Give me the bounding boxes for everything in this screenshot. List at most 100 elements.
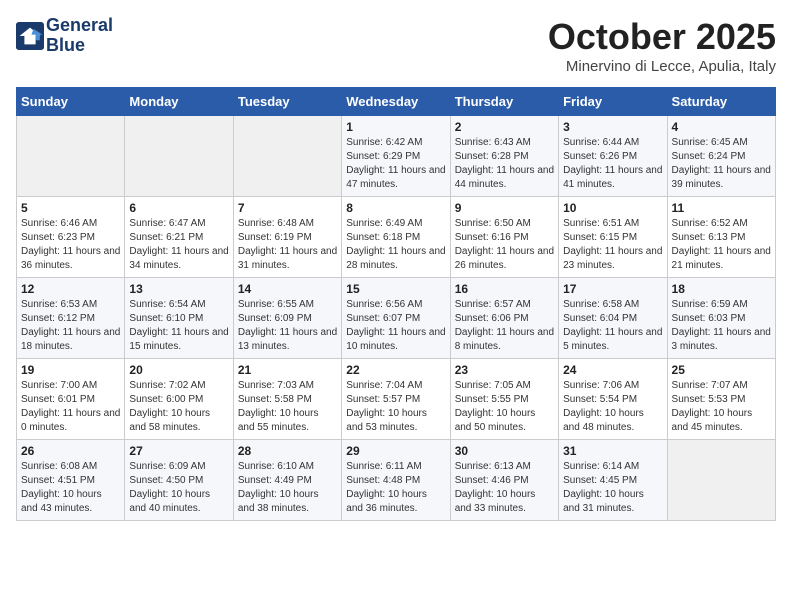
day-number: 1 <box>346 120 445 134</box>
day-number: 6 <box>129 201 228 215</box>
day-number: 23 <box>455 363 554 377</box>
calendar-cell: 5Sunrise: 6:46 AM Sunset: 6:23 PM Daylig… <box>17 197 125 278</box>
day-info: Sunrise: 6:56 AM Sunset: 6:07 PM Dayligh… <box>346 298 445 354</box>
calendar-cell: 20Sunrise: 7:02 AM Sunset: 6:00 PM Dayli… <box>125 359 233 440</box>
page-header: General Blue October 2025 Minervino di L… <box>16 16 776 75</box>
calendar-cell: 2Sunrise: 6:43 AM Sunset: 6:28 PM Daylig… <box>450 116 558 197</box>
day-info: Sunrise: 6:50 AM Sunset: 6:16 PM Dayligh… <box>455 217 554 273</box>
location-subtitle: Minervino di Lecce, Apulia, Italy <box>548 58 776 75</box>
calendar-week-row: 19Sunrise: 7:00 AM Sunset: 6:01 PM Dayli… <box>17 359 776 440</box>
calendar-week-row: 12 Sunrise: 6:53 AM Sunset: 6:12 PM Dayli… <box>17 278 776 359</box>
day-number: 11 <box>672 201 771 215</box>
day-info: Sunrise: 7:03 AM Sunset: 5:58 PM Dayligh… <box>238 379 337 435</box>
day-info: Sunrise: 6:14 AM Sunset: 4:45 PM Dayligh… <box>563 460 662 516</box>
calendar-cell: 29 Sunrise: 6:11 AM Sunset: 4:48 PM Dayli… <box>342 440 450 521</box>
calendar-cell: 26 Sunrise: 6:08 AM Sunset: 4:51 PM Dayli… <box>17 440 125 521</box>
day-number: 20 <box>129 363 228 377</box>
day-number: 8 <box>346 201 445 215</box>
calendar-cell <box>125 116 233 197</box>
day-number: 28 <box>238 444 337 458</box>
weekday-header: Saturday <box>667 88 775 116</box>
calendar-cell: 15Sunrise: 6:56 AM Sunset: 6:07 PM Dayli… <box>342 278 450 359</box>
day-number: 13 <box>129 282 228 296</box>
calendar-cell: 23 Sunrise: 7:05 AM Sunset: 5:55 PM Dayli… <box>450 359 558 440</box>
day-number: 14 <box>238 282 337 296</box>
day-number: 12 <box>21 282 120 296</box>
calendar-cell: 22 Sunrise: 7:04 AM Sunset: 5:57 PM Dayli… <box>342 359 450 440</box>
calendar-cell: 4Sunrise: 6:45 AM Sunset: 6:24 PM Daylig… <box>667 116 775 197</box>
calendar-cell: 14Sunrise: 6:55 AM Sunset: 6:09 PM Dayli… <box>233 278 341 359</box>
calendar-cell: 30 Sunrise: 6:13 AM Sunset: 4:46 PM Dayli… <box>450 440 558 521</box>
day-number: 4 <box>672 120 771 134</box>
day-number: 10 <box>563 201 662 215</box>
day-number: 18 <box>672 282 771 296</box>
day-info: Sunrise: 6:59 AM Sunset: 6:03 PM Dayligh… <box>672 298 771 354</box>
weekday-header: Sunday <box>17 88 125 116</box>
day-number: 19 <box>21 363 120 377</box>
calendar-cell: 12 Sunrise: 6:53 AM Sunset: 6:12 PM Dayli… <box>17 278 125 359</box>
day-info: Sunrise: 6:51 AM Sunset: 6:15 PM Dayligh… <box>563 217 662 273</box>
day-info: Sunrise: 6:13 AM Sunset: 4:46 PM Dayligh… <box>455 460 554 516</box>
calendar-cell: 11Sunrise: 6:52 AM Sunset: 6:13 PM Dayli… <box>667 197 775 278</box>
day-info: Sunrise: 6:47 AM Sunset: 6:21 PM Dayligh… <box>129 217 228 273</box>
day-info: Sunrise: 6:46 AM Sunset: 6:23 PM Dayligh… <box>21 217 120 273</box>
day-info: Sunrise: 7:04 AM Sunset: 5:57 PM Dayligh… <box>346 379 445 435</box>
calendar-cell: 18 Sunrise: 6:59 AM Sunset: 6:03 PM Dayli… <box>667 278 775 359</box>
calendar-header-row: SundayMondayTuesdayWednesdayThursdayFrid… <box>17 88 776 116</box>
calendar-week-row: 5Sunrise: 6:46 AM Sunset: 6:23 PM Daylig… <box>17 197 776 278</box>
day-number: 2 <box>455 120 554 134</box>
day-info: Sunrise: 7:05 AM Sunset: 5:55 PM Dayligh… <box>455 379 554 435</box>
weekday-header: Thursday <box>450 88 558 116</box>
day-number: 27 <box>129 444 228 458</box>
day-info: Sunrise: 6:49 AM Sunset: 6:18 PM Dayligh… <box>346 217 445 273</box>
title-block: October 2025 Minervino di Lecce, Apulia,… <box>548 16 776 75</box>
calendar-table: SundayMondayTuesdayWednesdayThursdayFrid… <box>16 87 776 521</box>
weekday-header: Tuesday <box>233 88 341 116</box>
day-info: Sunrise: 6:53 AM Sunset: 6:12 PM Dayligh… <box>21 298 120 354</box>
day-number: 30 <box>455 444 554 458</box>
weekday-header: Wednesday <box>342 88 450 116</box>
day-info: Sunrise: 6:48 AM Sunset: 6:19 PM Dayligh… <box>238 217 337 273</box>
calendar-cell: 1 Sunrise: 6:42 AM Sunset: 6:29 PM Daylig… <box>342 116 450 197</box>
calendar-cell: 8 Sunrise: 6:49 AM Sunset: 6:18 PM Daylig… <box>342 197 450 278</box>
calendar-cell <box>667 440 775 521</box>
day-info: Sunrise: 6:57 AM Sunset: 6:06 PM Dayligh… <box>455 298 554 354</box>
day-number: 9 <box>455 201 554 215</box>
calendar-cell: 6 Sunrise: 6:47 AM Sunset: 6:21 PM Daylig… <box>125 197 233 278</box>
calendar-cell: 7 Sunrise: 6:48 AM Sunset: 6:19 PM Daylig… <box>233 197 341 278</box>
calendar-cell: 27Sunrise: 6:09 AM Sunset: 4:50 PM Dayli… <box>125 440 233 521</box>
day-number: 7 <box>238 201 337 215</box>
calendar-week-row: 1 Sunrise: 6:42 AM Sunset: 6:29 PM Daylig… <box>17 116 776 197</box>
calendar-cell: 17 Sunrise: 6:58 AM Sunset: 6:04 PM Dayli… <box>559 278 667 359</box>
day-info: Sunrise: 6:58 AM Sunset: 6:04 PM Dayligh… <box>563 298 662 354</box>
day-info: Sunrise: 6:54 AM Sunset: 6:10 PM Dayligh… <box>129 298 228 354</box>
calendar-cell: 31Sunrise: 6:14 AM Sunset: 4:45 PM Dayli… <box>559 440 667 521</box>
calendar-cell: 9 Sunrise: 6:50 AM Sunset: 6:16 PM Daylig… <box>450 197 558 278</box>
logo-text: General Blue <box>46 16 113 56</box>
day-number: 25 <box>672 363 771 377</box>
calendar-cell: 28 Sunrise: 6:10 AM Sunset: 4:49 PM Dayli… <box>233 440 341 521</box>
day-number: 22 <box>346 363 445 377</box>
day-info: Sunrise: 6:42 AM Sunset: 6:29 PM Dayligh… <box>346 136 445 192</box>
day-number: 29 <box>346 444 445 458</box>
logo: General Blue <box>16 16 113 56</box>
day-number: 24 <box>563 363 662 377</box>
day-info: Sunrise: 6:10 AM Sunset: 4:49 PM Dayligh… <box>238 460 337 516</box>
calendar-week-row: 26 Sunrise: 6:08 AM Sunset: 4:51 PM Dayli… <box>17 440 776 521</box>
weekday-header: Friday <box>559 88 667 116</box>
month-title: October 2025 <box>548 16 776 58</box>
day-info: Sunrise: 6:44 AM Sunset: 6:26 PM Dayligh… <box>563 136 662 192</box>
calendar-cell: 3Sunrise: 6:44 AM Sunset: 6:26 PM Daylig… <box>559 116 667 197</box>
day-info: Sunrise: 7:07 AM Sunset: 5:53 PM Dayligh… <box>672 379 771 435</box>
day-info: Sunrise: 6:08 AM Sunset: 4:51 PM Dayligh… <box>21 460 120 516</box>
calendar-cell: 25 Sunrise: 7:07 AM Sunset: 5:53 PM Dayli… <box>667 359 775 440</box>
day-info: Sunrise: 6:11 AM Sunset: 4:48 PM Dayligh… <box>346 460 445 516</box>
calendar-cell <box>233 116 341 197</box>
calendar-cell: 13 Sunrise: 6:54 AM Sunset: 6:10 PM Dayli… <box>125 278 233 359</box>
calendar-cell: 19Sunrise: 7:00 AM Sunset: 6:01 PM Dayli… <box>17 359 125 440</box>
day-number: 26 <box>21 444 120 458</box>
day-number: 17 <box>563 282 662 296</box>
weekday-header: Monday <box>125 88 233 116</box>
calendar-cell: 16Sunrise: 6:57 AM Sunset: 6:06 PM Dayli… <box>450 278 558 359</box>
calendar-cell <box>17 116 125 197</box>
